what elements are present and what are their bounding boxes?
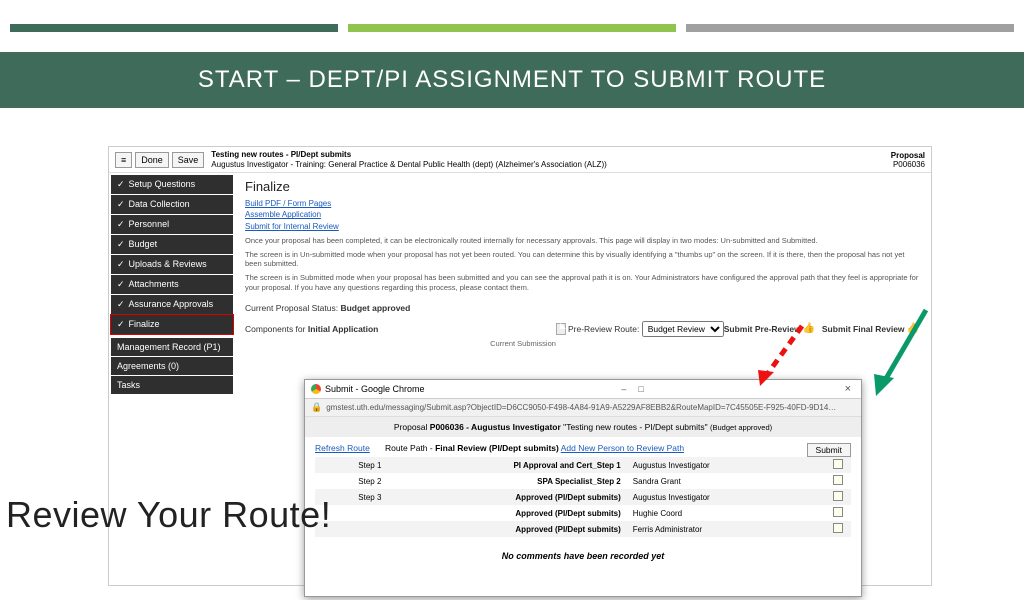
popup-titlebar: Submit - Google Chrome – □ × — [305, 380, 861, 399]
proposal-title: Testing new routes - PI/Dept submits — [211, 150, 606, 160]
current-submission-label: Current Submission — [245, 339, 921, 348]
sidebar-item-data[interactable]: Data Collection — [111, 195, 233, 214]
save-button[interactable]: Save — [172, 152, 205, 168]
components-row: Components for Initial Application Pre-R… — [245, 321, 921, 337]
person-icon[interactable] — [833, 475, 843, 485]
doc-icon — [556, 323, 566, 335]
table-row: Approved (PI/Dept submits)Hughie Coord — [315, 505, 851, 521]
app-header: ≡ Done Save Testing new routes - PI/Dept… — [109, 147, 931, 173]
person-icon[interactable] — [833, 507, 843, 517]
thumbs-up-icon[interactable]: 👍 — [803, 323, 815, 334]
add-person-link[interactable]: Add New Person to Review Path — [561, 443, 684, 453]
menu-button[interactable]: ≡ — [115, 152, 132, 168]
object-id: P006036 — [891, 160, 925, 169]
sidebar-item-assurance[interactable]: Assurance Approvals — [111, 295, 233, 314]
chrome-icon — [311, 384, 321, 394]
page-heading: Finalize — [245, 179, 921, 194]
submit-pre-review[interactable]: Submit Pre-Review — [724, 324, 801, 334]
popup-heading: Proposal P006036 - Augustus Investigator… — [305, 417, 861, 437]
thumbs-up-icon[interactable]: 👍 — [907, 323, 919, 334]
preroute-label: Pre-Review Route: — [568, 324, 639, 334]
popup-url-text: gmstest.uth.edu/messaging/Submit.asp?Obj… — [326, 403, 836, 412]
person-icon[interactable] — [833, 523, 843, 533]
object-type: Proposal — [891, 151, 925, 160]
popup-head-quote: "Testing new routes - PI/Dept submits" — [563, 422, 707, 432]
refresh-route-link[interactable]: Refresh Route — [315, 443, 370, 453]
lock-icon: 🔒 — [311, 402, 322, 413]
status-value: Budget approved — [340, 303, 410, 313]
popup-maximize[interactable]: □ — [632, 384, 649, 394]
accent-bar-green — [10, 24, 338, 32]
status-line: Current Proposal Status: Budget approved — [245, 303, 921, 313]
sidebar-item-tasks[interactable]: Tasks — [111, 376, 233, 394]
submitted-para: The screen is in Submitted mode when you… — [245, 273, 921, 293]
callout-text: Review Your Route! — [6, 494, 331, 536]
status-label: Current Proposal Status: — [245, 303, 338, 313]
route-path-line: Route Path - Final Review (PI/Dept submi… — [385, 443, 851, 453]
popup-head-id: P006036 - Augustus Investigator — [430, 422, 561, 432]
sidebar-item-personnel[interactable]: Personnel — [111, 215, 233, 234]
sidebar-item-budget[interactable]: Budget — [111, 235, 233, 254]
table-row: Approved (PI/Dept submits)Ferris Adminis… — [315, 521, 851, 537]
link-submit-internal[interactable]: Submit for Internal Review — [245, 221, 921, 232]
person-icon[interactable] — [833, 459, 843, 469]
popup-head-status: (Budget approved) — [710, 423, 772, 432]
no-comments-text: No comments have been recorded yet — [315, 551, 851, 561]
header-right: Proposal P006036 — [891, 151, 925, 169]
table-row: Step 3Approved (PI/Dept submits)Augustus… — [315, 489, 851, 505]
components-value: Initial Application — [308, 324, 379, 334]
sidebar-item-mgmt[interactable]: Management Record (P1) — [111, 338, 233, 356]
accent-bar-gray — [686, 24, 1014, 32]
header-meta: Testing new routes - PI/Dept submits Aug… — [211, 150, 606, 169]
unsubmitted-para: The screen is in Un-submitted mode when … — [245, 250, 921, 270]
done-button[interactable]: Done — [135, 152, 169, 168]
preroute-select[interactable]: Budget Review — [642, 321, 724, 337]
sidebar-item-agreements[interactable]: Agreements (0) — [111, 357, 233, 375]
sidebar-item-setup[interactable]: Setup Questions — [111, 175, 233, 194]
person-icon[interactable] — [833, 491, 843, 501]
table-row: Step 1PI Approval and Cert_Step 1Augustu… — [315, 457, 851, 473]
intro-para: Once your proposal has been completed, i… — [245, 236, 921, 246]
popup-minimize[interactable]: – — [615, 384, 632, 394]
slide-title: START – DEPT/PI ASSIGNMENT TO SUBMIT ROU… — [0, 52, 1024, 108]
route-submit-button[interactable]: Submit — [807, 443, 851, 457]
route-table: Step 1PI Approval and Cert_Step 1Augustu… — [315, 457, 851, 537]
submit-popup: Submit - Google Chrome – □ × 🔒 gmstest.u… — [304, 379, 862, 597]
sidebar-item-attachments[interactable]: Attachments — [111, 275, 233, 294]
route-name: Final Review (PI/Dept submits) — [435, 443, 559, 453]
link-build-pdf[interactable]: Build PDF / Form Pages — [245, 198, 921, 209]
table-row: Step 2SPA Specialist_Step 2Sandra Grant — [315, 473, 851, 489]
popup-body: Submit Refresh Route Route Path - Final … — [305, 437, 861, 567]
popup-url-bar: 🔒 gmstest.uth.edu/messaging/Submit.asp?O… — [305, 399, 861, 417]
sidebar-item-uploads[interactable]: Uploads & Reviews — [111, 255, 233, 274]
link-assemble[interactable]: Assemble Application — [245, 209, 921, 220]
popup-title-text: Submit - Google Chrome — [325, 384, 425, 394]
sidebar-item-finalize[interactable]: Finalize — [111, 315, 233, 334]
components-label: Components for — [245, 324, 305, 334]
accent-bar-lime — [348, 24, 676, 32]
accent-bars — [0, 24, 1024, 36]
submit-final-review[interactable]: Submit Final Review — [822, 324, 905, 334]
close-icon[interactable]: × — [841, 383, 855, 395]
proposal-subtitle: Augustus Investigator - Training: Genera… — [211, 160, 606, 170]
